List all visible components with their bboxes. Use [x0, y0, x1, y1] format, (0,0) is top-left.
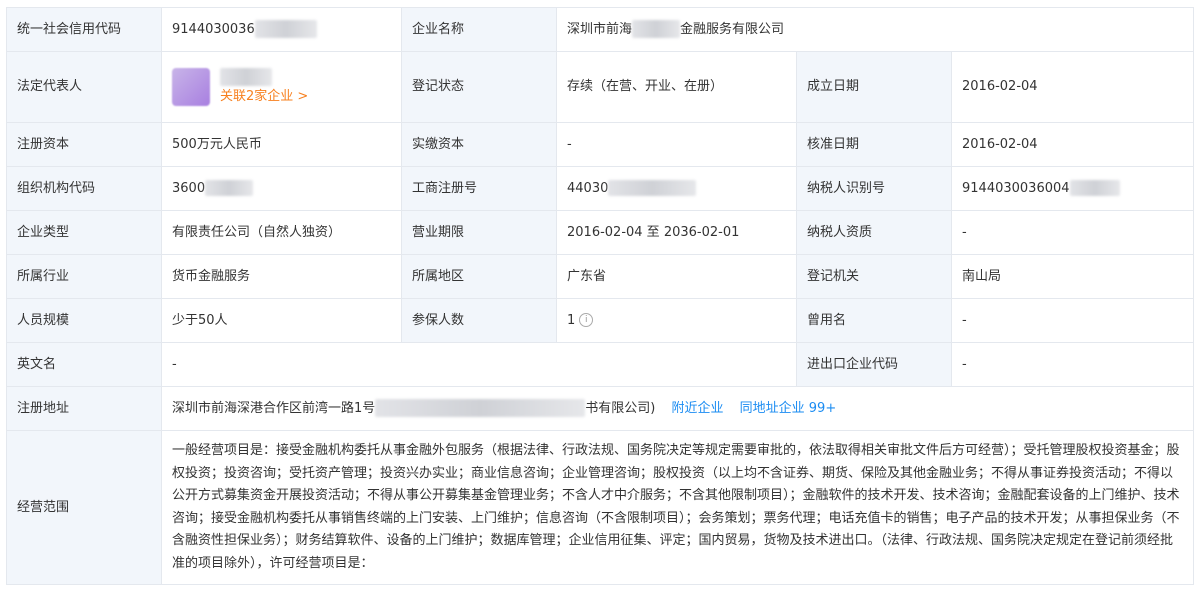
redaction-blur	[608, 180, 697, 196]
redaction-blur	[632, 20, 681, 38]
address-suffix: 书有限公司)	[585, 400, 656, 416]
company-info-panel: 统一社会信用代码 9144030036 企业名称 深圳市前海 金融服务有限公司 法…	[6, 7, 1194, 585]
taxpayer-id-value: 9144030036004	[951, 166, 1194, 211]
org-code-text: 3600	[172, 180, 206, 196]
company-name-suffix: 金融服务有限公司	[680, 21, 785, 37]
industry-label: 所属行业	[6, 254, 162, 299]
established-label: 成立日期	[796, 51, 952, 123]
reg-authority-value: 南山局	[951, 254, 1194, 299]
insured-value: 1i	[556, 298, 797, 343]
address-prefix: 深圳市前海深港合作区前湾一路1号	[172, 400, 376, 416]
term-value: 2016-02-04 至 2036-02-01	[556, 210, 797, 255]
status-value: 存续（在营、开业、在册）	[556, 51, 797, 123]
approval-date-label: 核准日期	[796, 122, 952, 167]
taxpayer-id-text: 9144030036004	[962, 180, 1070, 196]
company-name-prefix: 深圳市前海	[567, 21, 633, 37]
taxpayer-id-label: 纳税人识别号	[796, 166, 952, 211]
import-export-label: 进出口企业代码	[796, 342, 952, 387]
redaction-blur	[220, 68, 272, 86]
paid-capital-label: 实缴资本	[401, 122, 557, 167]
former-name-label: 曾用名	[796, 298, 952, 343]
redaction-blur	[254, 20, 317, 38]
table-row: 人员规模 少于50人 参保人数 1i 曾用名 -	[6, 298, 1194, 343]
credit-code-value: 9144030036	[161, 7, 402, 52]
english-name-value: -	[161, 342, 797, 387]
org-code-label: 组织机构代码	[6, 166, 162, 211]
insured-label: 参保人数	[401, 298, 557, 343]
staff-size-value: 少于50人	[161, 298, 402, 343]
table-row: 企业类型 有限责任公司（自然人独资） 营业期限 2016-02-04 至 203…	[6, 210, 1194, 255]
company-type-value: 有限责任公司（自然人独资）	[161, 210, 402, 255]
reg-no-value: 44030	[556, 166, 797, 211]
reg-authority-label: 登记机关	[796, 254, 952, 299]
table-row: 英文名 - 进出口企业代码 -	[6, 342, 1194, 387]
established-value: 2016-02-04	[951, 51, 1194, 123]
reg-no-text: 44030	[567, 180, 609, 196]
company-name-label: 企业名称	[401, 7, 557, 52]
info-circle-icon[interactable]: i	[579, 313, 594, 327]
taxpayer-qual-label: 纳税人资质	[796, 210, 952, 255]
insured-count: 1	[567, 312, 576, 328]
nearby-companies-link[interactable]: 附近企业	[672, 401, 724, 416]
address-value: 深圳市前海深港合作区前湾一路1号 书有限公司) 附近企业 同地址企业 99+	[161, 386, 1194, 431]
staff-size-label: 人员规模	[6, 298, 162, 343]
redaction-blur	[375, 399, 586, 417]
approval-date-value: 2016-02-04	[951, 122, 1194, 167]
industry-value: 货币金融服务	[161, 254, 402, 299]
reg-capital-label: 注册资本	[6, 122, 162, 167]
table-row: 统一社会信用代码 9144030036 企业名称 深圳市前海 金融服务有限公司	[6, 7, 1194, 52]
former-name-value: -	[951, 298, 1194, 343]
org-code-value: 3600	[161, 166, 402, 211]
english-name-label: 英文名	[6, 342, 162, 387]
region-label: 所属地区	[401, 254, 557, 299]
reg-capital-value: 500万元人民币	[161, 122, 402, 167]
legal-rep-label: 法定代表人	[6, 51, 162, 123]
credit-code-label: 统一社会信用代码	[6, 7, 162, 52]
redaction-blur	[1069, 180, 1120, 196]
scope-value: 一般经营项目是：接受金融机构委托从事金融外包服务（根据法律、行政法规、国务院决定…	[161, 430, 1194, 585]
credit-code-text: 9144030036	[172, 21, 255, 37]
avatar[interactable]	[172, 68, 210, 106]
table-row: 经营范围 一般经营项目是：接受金融机构委托从事金融外包服务（根据法律、行政法规、…	[6, 430, 1194, 585]
table-row: 注册资本 500万元人民币 实缴资本 - 核准日期 2016-02-04	[6, 122, 1194, 167]
table-row: 组织机构代码 3600 工商注册号 44030 纳税人识别号 914403003…	[6, 166, 1194, 211]
table-row: 法定代表人 关联2家企业 > 登记状态 存续（在营、开业、在册） 成立日期 20…	[6, 51, 1194, 123]
address-label: 注册地址	[6, 386, 162, 431]
taxpayer-qual-value: -	[951, 210, 1194, 255]
paid-capital-value: -	[556, 122, 797, 167]
scope-label: 经营范围	[6, 430, 162, 585]
region-value: 广东省	[556, 254, 797, 299]
redaction-blur	[205, 180, 254, 196]
company-info-table: 统一社会信用代码 9144030036 企业名称 深圳市前海 金融服务有限公司 法…	[6, 7, 1194, 585]
status-label: 登记状态	[401, 51, 557, 123]
company-type-label: 企业类型	[6, 210, 162, 255]
term-label: 营业期限	[401, 210, 557, 255]
company-name-value: 深圳市前海 金融服务有限公司	[556, 7, 1194, 52]
reg-no-label: 工商注册号	[401, 166, 557, 211]
import-export-value: -	[951, 342, 1194, 387]
same-address-companies-link[interactable]: 同地址企业 99+	[740, 401, 837, 416]
related-companies-link[interactable]: 关联2家企业 >	[220, 87, 308, 107]
table-row: 所属行业 货币金融服务 所属地区 广东省 登记机关 南山局	[6, 254, 1194, 299]
table-row: 注册地址 深圳市前海深港合作区前湾一路1号 书有限公司) 附近企业 同地址企业 9…	[6, 386, 1194, 431]
legal-rep-value: 关联2家企业 >	[161, 51, 402, 123]
